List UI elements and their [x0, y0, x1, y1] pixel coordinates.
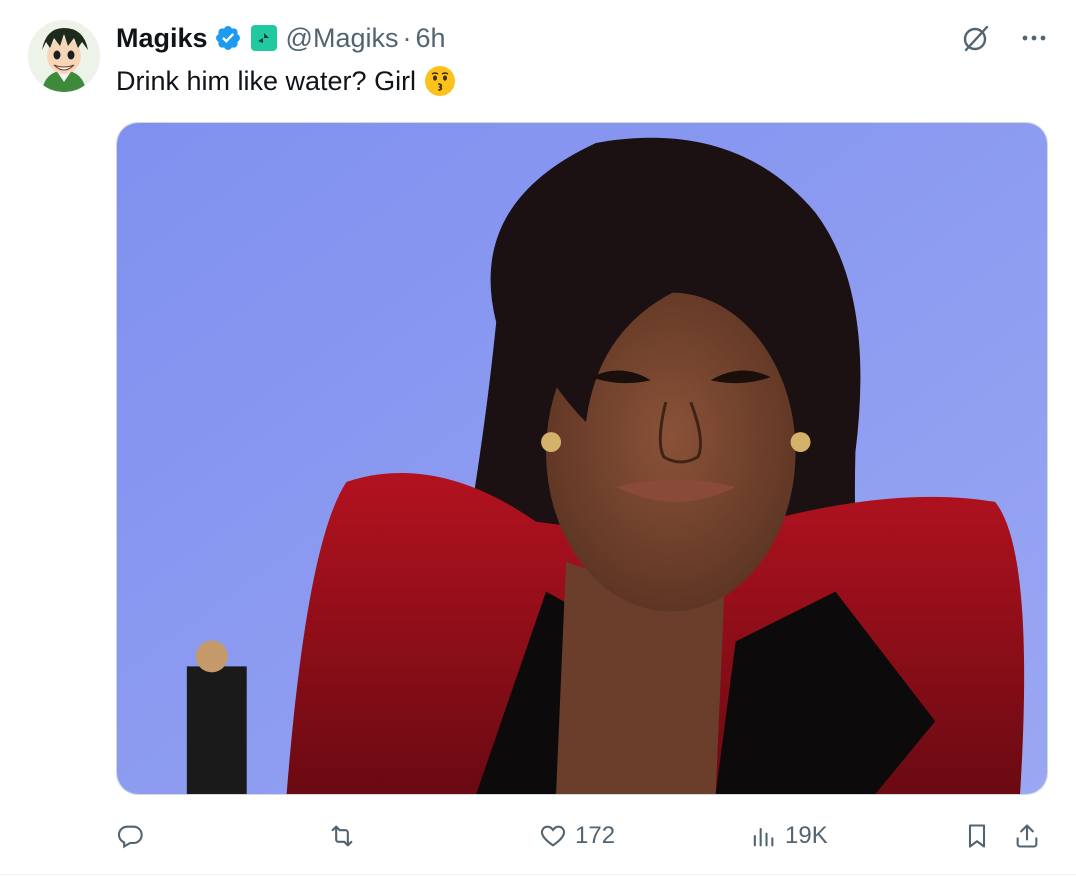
like-count: 172 — [575, 822, 616, 849]
views-button[interactable]: 19K — [749, 812, 828, 860]
divider — [0, 874, 1076, 875]
avatar[interactable] — [28, 20, 100, 92]
retweet-icon — [331, 825, 353, 847]
more-icon[interactable] — [1018, 22, 1050, 54]
avatar-image — [28, 20, 100, 92]
tweet-text: Drink him like water? Girl — [116, 66, 417, 96]
kissing-face-emoji-icon — [424, 65, 456, 97]
share-icon — [1016, 824, 1038, 848]
grok-icon[interactable] — [960, 22, 992, 54]
verified-badge-icon[interactable] — [214, 24, 242, 52]
tweet-top-actions — [960, 22, 1050, 54]
reply-icon — [117, 825, 143, 849]
media-photo — [117, 123, 1047, 794]
heart-icon — [540, 825, 566, 847]
tweet-card[interactable]: Magiks @Magiks · 6h Drink him like water… — [0, 0, 1076, 876]
bookmark-icon — [968, 824, 986, 848]
reply-button[interactable] — [116, 812, 152, 860]
bookmark-button[interactable] — [963, 812, 991, 860]
views-icon — [753, 827, 774, 847]
views-count: 19K — [785, 822, 828, 849]
tweet-actions-bar: 172 19K — [116, 812, 1051, 860]
tweet-media-image[interactable] — [116, 122, 1048, 795]
timestamp[interactable]: 6h — [415, 23, 445, 54]
retweet-button[interactable] — [328, 812, 364, 860]
share-button[interactable] — [1013, 812, 1041, 860]
display-name[interactable]: Magiks — [116, 23, 208, 54]
tweet-header: Magiks @Magiks · 6h — [116, 18, 446, 58]
separator-dot: · — [402, 22, 412, 53]
affiliate-badge-icon[interactable] — [250, 24, 278, 52]
handle[interactable]: @Magiks — [286, 23, 399, 54]
tweet-text-row: Drink him like water? Girl — [116, 62, 456, 100]
like-button[interactable]: 172 — [539, 812, 615, 860]
